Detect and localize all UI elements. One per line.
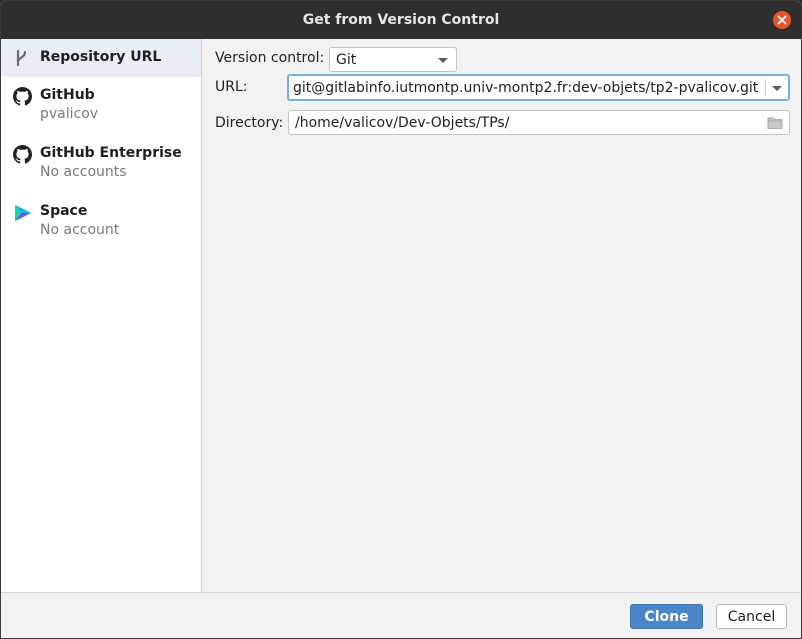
sidebar-item-github[interactable]: GitHub pvalicov [1,77,201,135]
version-control-label: Version control: [215,50,325,66]
url-input[interactable]: git@gitlabinfo.iutmontp.univ-montp2.fr:d… [287,74,790,101]
directory-value: /home/valicov/Dev-Objets/TPs/ [295,114,510,131]
directory-label: Directory: [215,115,284,131]
sidebar-item-repository-url[interactable]: Repository URL [1,39,201,77]
github-icon [13,145,32,168]
sidebar-item-sublabel: No accounts [40,164,127,180]
url-value: git@gitlabinfo.iutmontp.univ-montp2.fr:d… [293,79,759,96]
cancel-button[interactable]: Cancel [716,604,787,629]
sidebar-item-label: GitHub Enterprise [40,145,182,161]
dialog-window: Get from Version Control Repository URL [0,0,802,639]
chevron-down-icon[interactable] [772,85,782,91]
close-icon [777,15,787,25]
folder-icon[interactable] [767,116,783,134]
clone-button[interactable]: Clone [630,604,703,629]
sidebar-item-label: GitHub [40,87,95,103]
space-icon [13,203,33,227]
close-button[interactable] [773,11,791,29]
directory-input[interactable]: /home/valicov/Dev-Objets/TPs/ [288,110,790,135]
sidebar-item-sublabel: pvalicov [40,106,99,122]
sidebar-item-github-enterprise[interactable]: GitHub Enterprise No accounts [1,135,201,193]
sidebar-item-space[interactable]: Space No account [1,193,201,251]
divider [765,79,766,96]
vcs-branch-icon [13,49,29,71]
url-label: URL: [215,79,248,95]
title-bar: Get from Version Control [1,1,801,39]
dialog-footer: Clone Cancel [1,592,801,638]
version-control-select[interactable]: Git [329,47,457,72]
dialog-title: Get from Version Control [302,12,500,28]
sidebar-item-label: Space [40,203,88,219]
main-panel: Version control: Git URL: git@gitlabinfo… [203,39,801,592]
sidebar: Repository URL GitHub pvalicov GitHub En… [1,39,202,592]
version-control-value: Git [336,51,357,68]
github-icon [13,87,32,110]
sidebar-item-label: Repository URL [40,49,162,65]
sidebar-item-sublabel: No account [40,222,120,238]
chevron-down-icon [438,57,448,63]
